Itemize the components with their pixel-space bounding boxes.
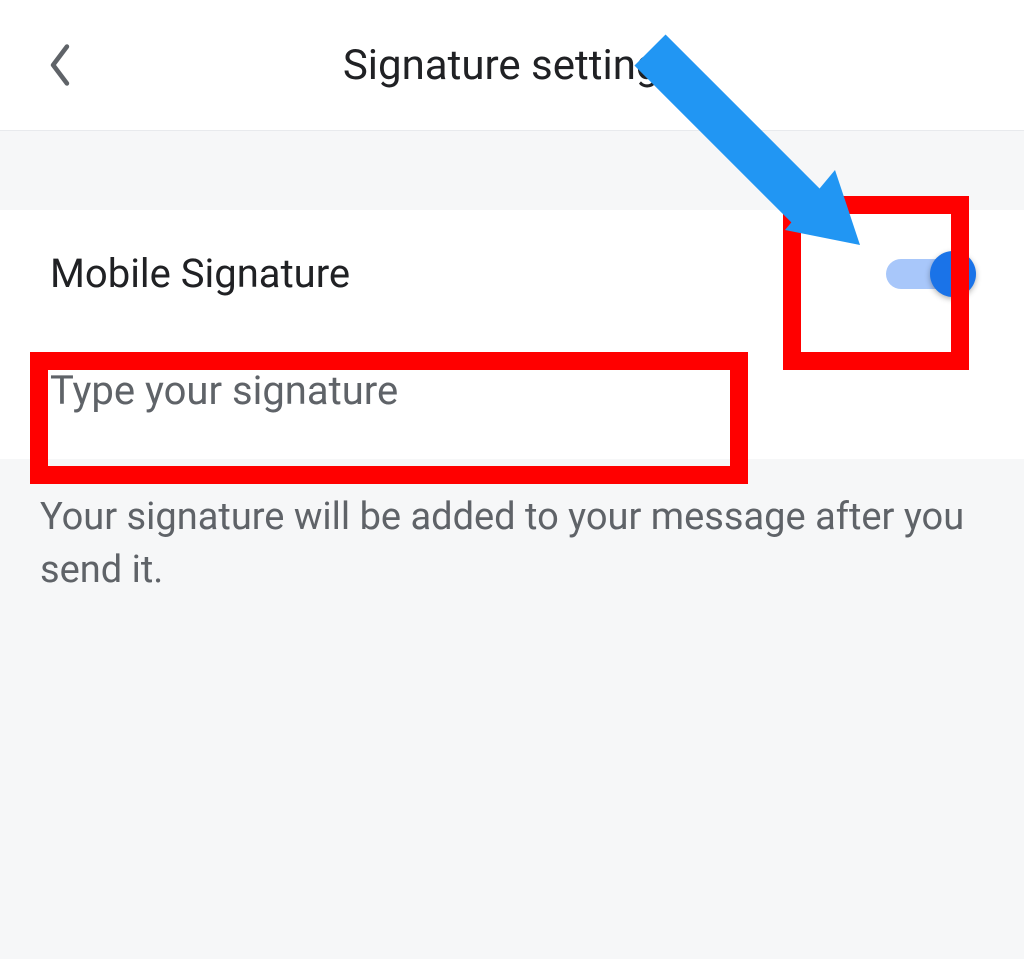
section-spacer xyxy=(0,130,1024,210)
signature-helper-text: Your signature will be added to your mes… xyxy=(40,491,984,597)
mobile-signature-row: Mobile Signature xyxy=(0,210,1024,337)
signature-input-row xyxy=(0,337,1024,459)
chevron-left-icon xyxy=(46,42,74,88)
back-button[interactable] xyxy=(40,45,80,85)
mobile-signature-toggle[interactable] xyxy=(886,252,974,296)
mobile-signature-label: Mobile Signature xyxy=(50,250,350,297)
footer-section: Your signature will be added to your mes… xyxy=(0,459,1024,959)
signature-input[interactable] xyxy=(50,367,974,414)
header: Signature settings xyxy=(0,0,1024,130)
toggle-thumb xyxy=(930,251,976,297)
page-title: Signature settings xyxy=(343,41,681,90)
